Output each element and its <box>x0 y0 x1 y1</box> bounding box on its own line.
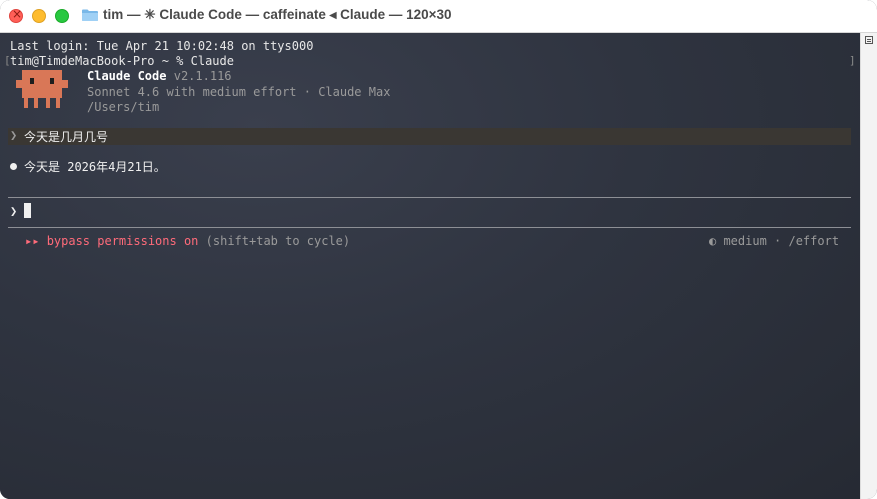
scrollbar[interactable] <box>860 33 877 499</box>
window-title: tim — ✳ Claude Code — caffeinate ◂ Claud… <box>103 7 452 22</box>
input-top-divider <box>8 197 851 198</box>
effort-indicator: ◐ medium · /effort <box>709 234 840 248</box>
permission-mode-status: ▸▸ bypass permissions on (shift+tab to c… <box>25 234 350 248</box>
permission-mode-text: bypass permissions on <box>46 234 199 248</box>
app-version: v2.1.116 <box>173 69 232 83</box>
app-name: Claude Code <box>87 69 167 83</box>
mode-cycle-hint: (shift+tab to cycle) <box>205 234 351 248</box>
working-directory: /Users/tim <box>87 100 160 114</box>
shell-prompt-line: tim@TimdeMacBook-Pro ~ % Claude <box>10 54 234 68</box>
input-prompt-chevron-icon: ❯ <box>10 204 18 218</box>
input-bottom-divider <box>8 227 851 228</box>
region-bracket-right: ] <box>849 54 856 67</box>
close-button[interactable] <box>9 7 23 23</box>
bullet-icon <box>10 163 17 170</box>
app-banner-title: Claude Code v2.1.116 <box>87 69 232 83</box>
minimize-button[interactable] <box>32 9 46 23</box>
title-bar[interactable]: tim — ✳ Claude Code — caffeinate ◂ Claud… <box>0 0 877 33</box>
scrollbar-menu-icon[interactable] <box>865 36 873 44</box>
chevron-right-icon: ❯ <box>10 128 18 142</box>
text-cursor[interactable] <box>24 203 31 218</box>
user-message-text: 今天是几月几号 <box>24 130 109 144</box>
zoom-button[interactable] <box>55 9 69 23</box>
assistant-reply-text: 今天是 2026年4月21日。 <box>24 160 166 174</box>
user-message-row: ❯ 今天是几月几号 <box>8 128 851 145</box>
model-info: Sonnet 4.6 with medium effort · Claude M… <box>87 85 391 99</box>
fast-forward-icon: ▸▸ <box>25 234 40 248</box>
claude-mascot-icon <box>16 70 68 108</box>
terminal-window: tim — ✳ Claude Code — caffeinate ◂ Claud… <box>0 0 877 499</box>
region-bracket-left: [ <box>4 54 11 67</box>
last-login-text: Last login: Tue Apr 21 10:02:48 on ttys0… <box>10 39 314 53</box>
folder-icon <box>82 9 98 21</box>
